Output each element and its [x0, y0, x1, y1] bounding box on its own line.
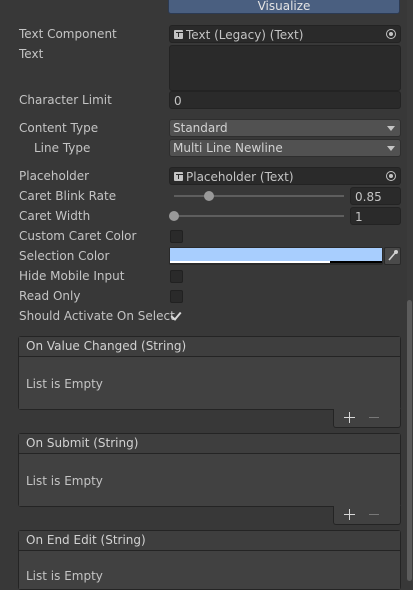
text-area[interactable]	[169, 45, 401, 91]
caret-width-slider-thumb[interactable]	[169, 211, 179, 221]
line-type-label: Line Type	[34, 141, 91, 155]
event-list-footer	[333, 409, 401, 428]
selection-color-fill	[170, 248, 382, 261]
event-header: On Submit (String)	[19, 434, 400, 454]
event-empty-text: List is Empty	[26, 377, 103, 391]
event-list: List is Empty	[19, 357, 400, 409]
read-only-label: Read Only	[19, 289, 81, 303]
selection-color-label: Selection Color	[19, 249, 110, 263]
chevron-down-icon	[387, 146, 395, 151]
event-empty-text: List is Empty	[26, 474, 103, 488]
caret-width-label: Caret Width	[19, 209, 91, 223]
should-activate-on-select-label: Should Activate On Select	[19, 309, 175, 323]
text-label: Text	[19, 47, 44, 61]
character-limit-value: 0	[174, 94, 182, 108]
caret-blink-rate-input[interactable]: 0.85	[350, 187, 401, 205]
caret-blink-rate-value: 0.85	[355, 190, 382, 204]
content-type-value: Standard	[173, 121, 228, 135]
caret-width-value: 1	[355, 210, 363, 224]
line-type-value: Multi Line Newline	[173, 141, 283, 155]
text-object-icon	[174, 30, 183, 39]
object-picker-icon[interactable]	[386, 171, 396, 181]
add-icon[interactable]	[344, 412, 355, 423]
event-list: List is Empty	[19, 454, 400, 506]
event-list-footer	[333, 506, 401, 525]
event-title: On Value Changed (String)	[26, 339, 187, 353]
selection-color-swatch[interactable]	[169, 247, 383, 265]
should-activate-on-select-checkbox[interactable]	[170, 309, 183, 323]
content-type-label: Content Type	[19, 121, 99, 135]
eyedropper-icon	[388, 250, 398, 261]
placeholder-value: Placeholder (Text)	[186, 170, 294, 184]
visualize-button[interactable]: Visualize	[168, 0, 400, 14]
custom-caret-color-checkbox[interactable]	[170, 230, 183, 243]
on-end-edit-event: On End Edit (String) List is Empty	[18, 530, 401, 590]
character-limit-input[interactable]: 0	[169, 91, 401, 109]
on-submit-event: On Submit (String) List is Empty	[18, 433, 401, 507]
placeholder-field[interactable]: Placeholder (Text)	[169, 167, 401, 185]
content-type-dropdown[interactable]: Standard	[169, 119, 401, 137]
selection-color-alpha-bar	[170, 261, 330, 263]
remove-icon[interactable]	[369, 514, 379, 515]
event-list: List is Empty	[19, 551, 400, 589]
caret-blink-rate-label: Caret Blink Rate	[19, 189, 117, 203]
event-header: On End Edit (String)	[19, 531, 400, 551]
custom-caret-color-label: Custom Caret Color	[19, 229, 137, 243]
text-component-field[interactable]: Text (Legacy) (Text)	[169, 25, 401, 43]
caret-width-input[interactable]: 1	[350, 207, 401, 225]
chevron-down-icon	[387, 126, 395, 131]
text-component-value: Text (Legacy) (Text)	[186, 28, 304, 42]
remove-icon[interactable]	[369, 417, 379, 418]
caret-width-slider-track[interactable]	[174, 215, 344, 217]
character-limit-label: Character Limit	[19, 93, 112, 107]
event-title: On End Edit (String)	[26, 533, 146, 547]
selection-color-alpha-remainder	[330, 261, 382, 263]
text-object-icon	[174, 172, 183, 181]
on-value-changed-event: On Value Changed (String) List is Empty	[18, 336, 401, 410]
text-component-label: Text Component	[19, 27, 117, 41]
scrollbar-thumb[interactable]	[407, 300, 412, 581]
line-type-dropdown[interactable]: Multi Line Newline	[169, 139, 401, 157]
eyedropper-button[interactable]	[384, 247, 401, 265]
checkmark-icon	[170, 309, 182, 321]
hide-mobile-input-label: Hide Mobile Input	[19, 269, 125, 283]
object-picker-icon[interactable]	[386, 29, 396, 39]
add-icon[interactable]	[344, 509, 355, 520]
hide-mobile-input-checkbox[interactable]	[170, 270, 183, 283]
visualize-button-label: Visualize	[257, 0, 311, 13]
read-only-checkbox[interactable]	[170, 290, 183, 303]
caret-blink-rate-slider-thumb[interactable]	[204, 191, 214, 201]
event-title: On Submit (String)	[26, 436, 139, 450]
caret-blink-rate-slider-track[interactable]	[174, 195, 344, 197]
event-header: On Value Changed (String)	[19, 337, 400, 357]
placeholder-label: Placeholder	[19, 169, 90, 183]
